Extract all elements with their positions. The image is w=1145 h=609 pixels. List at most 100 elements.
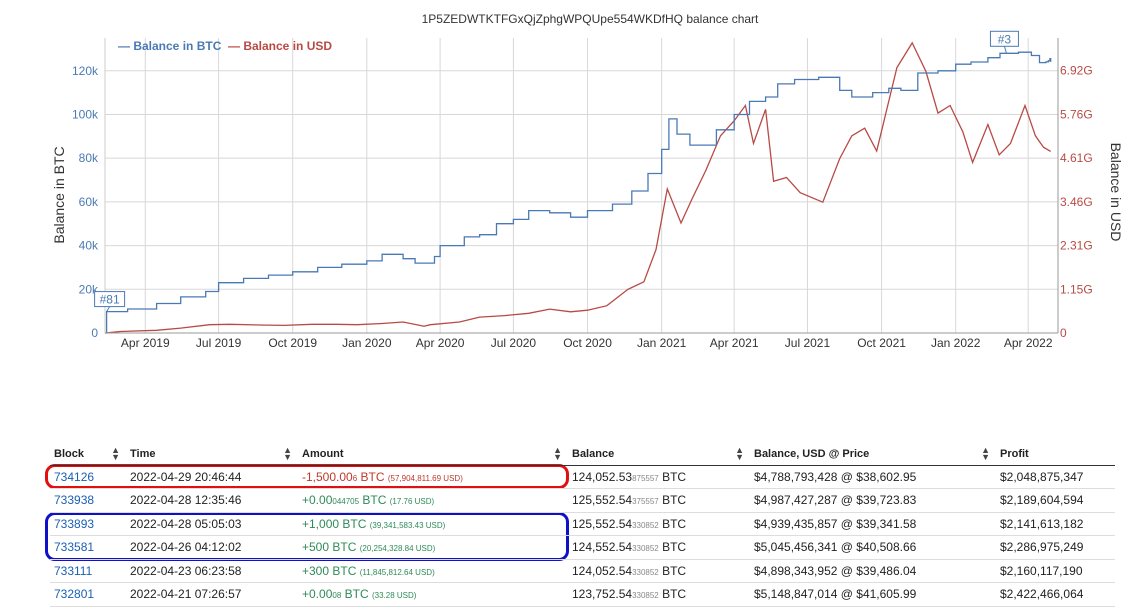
transactions-table: Block ▲ ▼ Time ▲ ▼ Amount ▲ ▼ Balance ▲ ▼ Balanc… (50, 443, 1115, 607)
annotation-label: #3 (998, 32, 1012, 46)
sort-icon[interactable]: ▲ ▼ (111, 446, 120, 462)
column-header-balance[interactable]: Balance ▲ ▼ (568, 443, 750, 466)
profit-cell: $2,048,875,347 (996, 465, 1115, 489)
block-link[interactable]: 732801 (54, 587, 94, 601)
amount-unit: BTC (341, 587, 372, 602)
x-tick-label: Jul 2021 (785, 336, 831, 350)
chart-grid (105, 38, 1058, 334)
x-tick-label: Oct 2020 (563, 336, 612, 350)
x-tick-label: Oct 2021 (857, 336, 906, 350)
x-tick-label: Jan 2022 (931, 336, 981, 350)
y-left-tick-label: 0 (91, 326, 98, 340)
balance-unit: BTC (658, 469, 687, 484)
balance-small-digits: 330852 (632, 567, 659, 577)
balance-value: 125,552.54 (572, 516, 633, 531)
y-axis-left-title: Balance in BTC (51, 146, 67, 243)
amount-value: +0.00 (302, 493, 333, 508)
y-left-tick-label: 40k (79, 239, 99, 253)
profit-cell: $2,160,117,190 (996, 559, 1115, 583)
legend-item[interactable]: — Balance in BTC (118, 39, 222, 53)
chart-legend[interactable]: — Balance in BTC — Balance in USD (118, 39, 332, 53)
balance-small-digits: 330852 (632, 520, 659, 530)
balance-small-digits: 330852 (632, 544, 659, 554)
sort-icon[interactable]: ▲ ▼ (981, 446, 990, 462)
table-row: 733938 2022-04-28 12:35:46 +0.00044705 BTC… (50, 488, 1115, 513)
y-right-tick-label: 1.15G (1060, 282, 1093, 296)
table-row: 733581 2022-04-26 04:12:02 +500 BTC (20,25… (50, 535, 1115, 560)
profit-cell: $2,141,613,182 (996, 512, 1115, 536)
block-cell[interactable]: 733938 (50, 488, 126, 513)
balance-cell: 125,552.54330852 BTC (568, 512, 750, 536)
balance-chart: 1P5ZEDWTKTFGxQjZphgWPQUpe554WKDfHQ balan… (51, 12, 1124, 350)
btc-series (105, 51, 1052, 334)
x-tick-label: Apr 2022 (1004, 336, 1053, 350)
block-cell[interactable]: 733893 (50, 512, 126, 536)
sort-icon[interactable]: ▲ ▼ (553, 446, 562, 462)
amount-unit: BTC (357, 469, 388, 484)
amount-value: +500 BTC (302, 540, 357, 555)
balance-unit: BTC (658, 540, 687, 555)
block-link[interactable]: 733938 (54, 493, 94, 507)
balance-small-digits: 330852 (632, 591, 659, 601)
profit-cell: $2,286,975,249 (996, 535, 1115, 560)
column-header-balance-usd[interactable]: Balance, USD @ Price ▲ ▼ (750, 443, 996, 466)
amount-usd: (20,254,328.84 USD) (359, 544, 436, 554)
balance-value: 123,752.54 (572, 587, 633, 602)
block-link[interactable]: 734126 (54, 470, 94, 484)
x-tick-label: Apr 2021 (710, 336, 759, 350)
amount-small-digits: 08 (332, 591, 342, 601)
block-cell[interactable]: 733581 (50, 535, 126, 560)
time-cell: 2022-04-29 20:46:44 (126, 465, 298, 489)
balance-unit: BTC (658, 587, 687, 602)
x-tick-label: Jan 2021 (637, 336, 687, 350)
profit-cell: $2,422,466,064 (996, 582, 1115, 607)
balance-usd-cell: $5,045,456,341 @ $40,508.66 (750, 535, 996, 560)
block-link[interactable]: 733581 (54, 540, 94, 554)
x-tick-label: Apr 2019 (121, 336, 170, 350)
amount-value: -1,500.00 (302, 469, 353, 484)
annotation-label: #81 (100, 293, 120, 307)
column-header-block[interactable]: Block ▲ ▼ (50, 443, 126, 466)
block-cell[interactable]: 734126 (50, 465, 126, 489)
sort-icon[interactable]: ▲ ▼ (735, 446, 744, 462)
balance-value: 124,052.53 (572, 469, 633, 484)
amount-unit: BTC (359, 493, 390, 508)
amount-value: +0.00 (302, 587, 333, 602)
sort-icon[interactable]: ▲ ▼ (283, 446, 292, 462)
legend-item[interactable]: — Balance in USD (228, 39, 332, 53)
block-cell[interactable]: 733111 (50, 559, 126, 583)
balance-unit: BTC (658, 563, 687, 578)
x-tick-label: Oct 2019 (268, 336, 317, 350)
table-row: 733111 2022-04-23 06:23:58 +300 BTC (11,84… (50, 559, 1115, 583)
column-header-amount[interactable]: Amount ▲ ▼ (298, 443, 568, 466)
series-line-btc (105, 51, 1052, 334)
balance-usd-cell: $4,987,427,287 @ $39,723.83 (750, 488, 996, 513)
block-link[interactable]: 733893 (54, 517, 94, 531)
balance-unit: BTC (658, 516, 687, 531)
x-tick-label: Jul 2020 (491, 336, 537, 350)
y-left-tick-label: 80k (79, 151, 99, 165)
chart-title: 1P5ZEDWTKTFGxQjZphgWPQUpe554WKDfHQ balan… (422, 12, 759, 26)
amount-cell: +0.00044705 BTC (17.76 USD) (298, 488, 568, 513)
chart-annotations: #81 #3 (94, 30, 1019, 312)
block-cell[interactable]: 732801 (50, 582, 126, 607)
time-cell: 2022-04-28 05:05:03 (126, 512, 298, 536)
column-header-time[interactable]: Time ▲ ▼ (126, 443, 298, 466)
balance-value: 124,052.54 (572, 563, 633, 578)
balance-unit: BTC (658, 493, 687, 508)
balance-usd-cell: $4,788,793,428 @ $38,602.95 (750, 465, 996, 489)
balance-small-digits: 375557 (632, 497, 659, 507)
x-tick-label: Jul 2019 (196, 336, 242, 350)
amount-small-digits: 044705 (332, 497, 360, 507)
block-link[interactable]: 733111 (54, 564, 92, 578)
time-cell: 2022-04-26 04:12:02 (126, 535, 298, 560)
column-header-profit[interactable]: Profit (996, 443, 1115, 466)
table-header-row: Block ▲ ▼ Time ▲ ▼ Amount ▲ ▼ Balance ▲ ▼ Balanc… (50, 443, 1115, 466)
amount-cell: +300 BTC (11,845,812.64 USD) (298, 559, 568, 583)
balance-cell: 125,552.54375557 BTC (568, 488, 750, 513)
annotation-connector (106, 306, 111, 312)
amount-cell: +500 BTC (20,254,328.84 USD) (298, 535, 568, 560)
time-cell: 2022-04-28 12:35:46 (126, 488, 298, 513)
profit-cell: $2,189,604,594 (996, 488, 1115, 513)
balance-cell: 124,052.53875557 BTC (568, 465, 750, 489)
